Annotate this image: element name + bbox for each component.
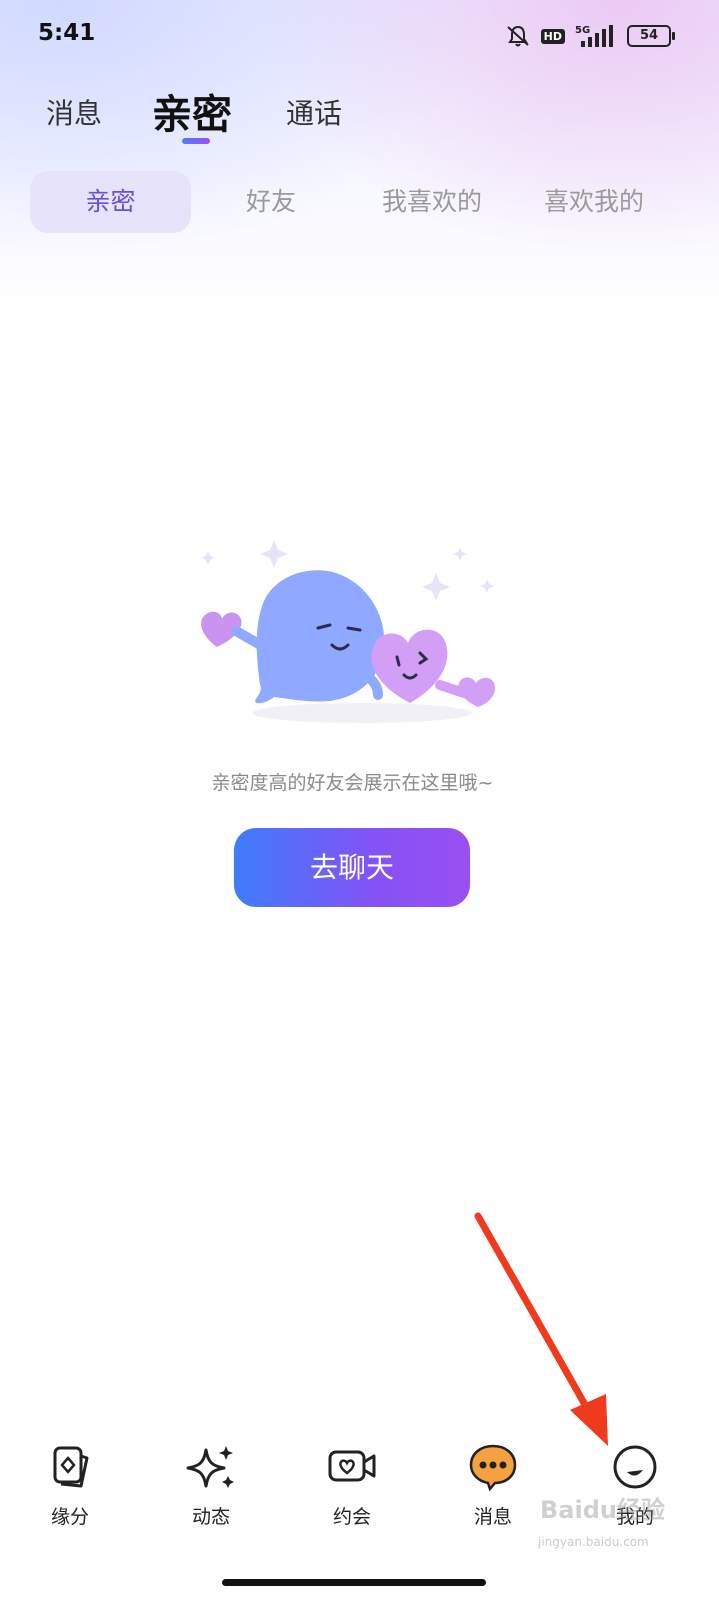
bottom-nav: 缘分 动态 约会 消息 我的 (0, 1428, 719, 1548)
subtab-likes-me[interactable]: 喜欢我的 (524, 171, 664, 233)
subtab-intimate[interactable]: 亲密 (30, 171, 191, 233)
tab-calls[interactable]: 通话 (286, 92, 342, 132)
watermark-brand: Baidu经验 (540, 1496, 665, 1524)
home-indicator[interactable] (222, 1579, 486, 1586)
status-icons: HD 5G 54 (505, 22, 675, 50)
status-time: 5:41 (38, 20, 96, 46)
tab-messages[interactable]: 消息 (46, 92, 102, 132)
bell-muted-icon (506, 25, 529, 47)
sparkle-icon (186, 1446, 234, 1488)
watermark-url: jingyan.baidu.com (538, 1535, 649, 1549)
nav-label-fate: 缘分 (50, 1506, 89, 1528)
nav-label-moments: 动态 (191, 1506, 230, 1528)
empty-state-message: 亲密度高的好友会展示在这里哦~ (211, 772, 494, 794)
cards-icon (53, 1446, 89, 1488)
sub-tabs: 亲密 好友 我喜欢的 喜欢我的 (30, 171, 690, 233)
nav-label-dating: 约会 (332, 1506, 371, 1528)
empty-state-illustration (201, 540, 496, 723)
status-bar: 5:41 HD 5G 54 (0, 0, 719, 70)
network-label: 5G (575, 25, 590, 36)
signal-icon: 5G (575, 25, 613, 47)
go-chat-button[interactable]: 去聊天 (234, 828, 470, 907)
subtab-i-like[interactable]: 我喜欢的 (362, 171, 502, 233)
chat-bubble-icon (469, 1444, 517, 1492)
tab-intimate[interactable]: 亲密 (152, 82, 232, 140)
main-tabs: 消息 亲密 通话 (0, 78, 719, 158)
nav-fate[interactable]: 缘分 (0, 1428, 140, 1538)
video-heart-icon (328, 1450, 376, 1482)
battery-icon: 54 (627, 25, 675, 47)
active-tab-indicator (182, 138, 210, 144)
nav-moments[interactable]: 动态 (141, 1428, 281, 1538)
subtab-friends[interactable]: 好友 (206, 171, 336, 233)
hd-badge: HD (540, 28, 565, 44)
face-icon (613, 1445, 657, 1489)
nav-dating[interactable]: 约会 (282, 1428, 422, 1538)
